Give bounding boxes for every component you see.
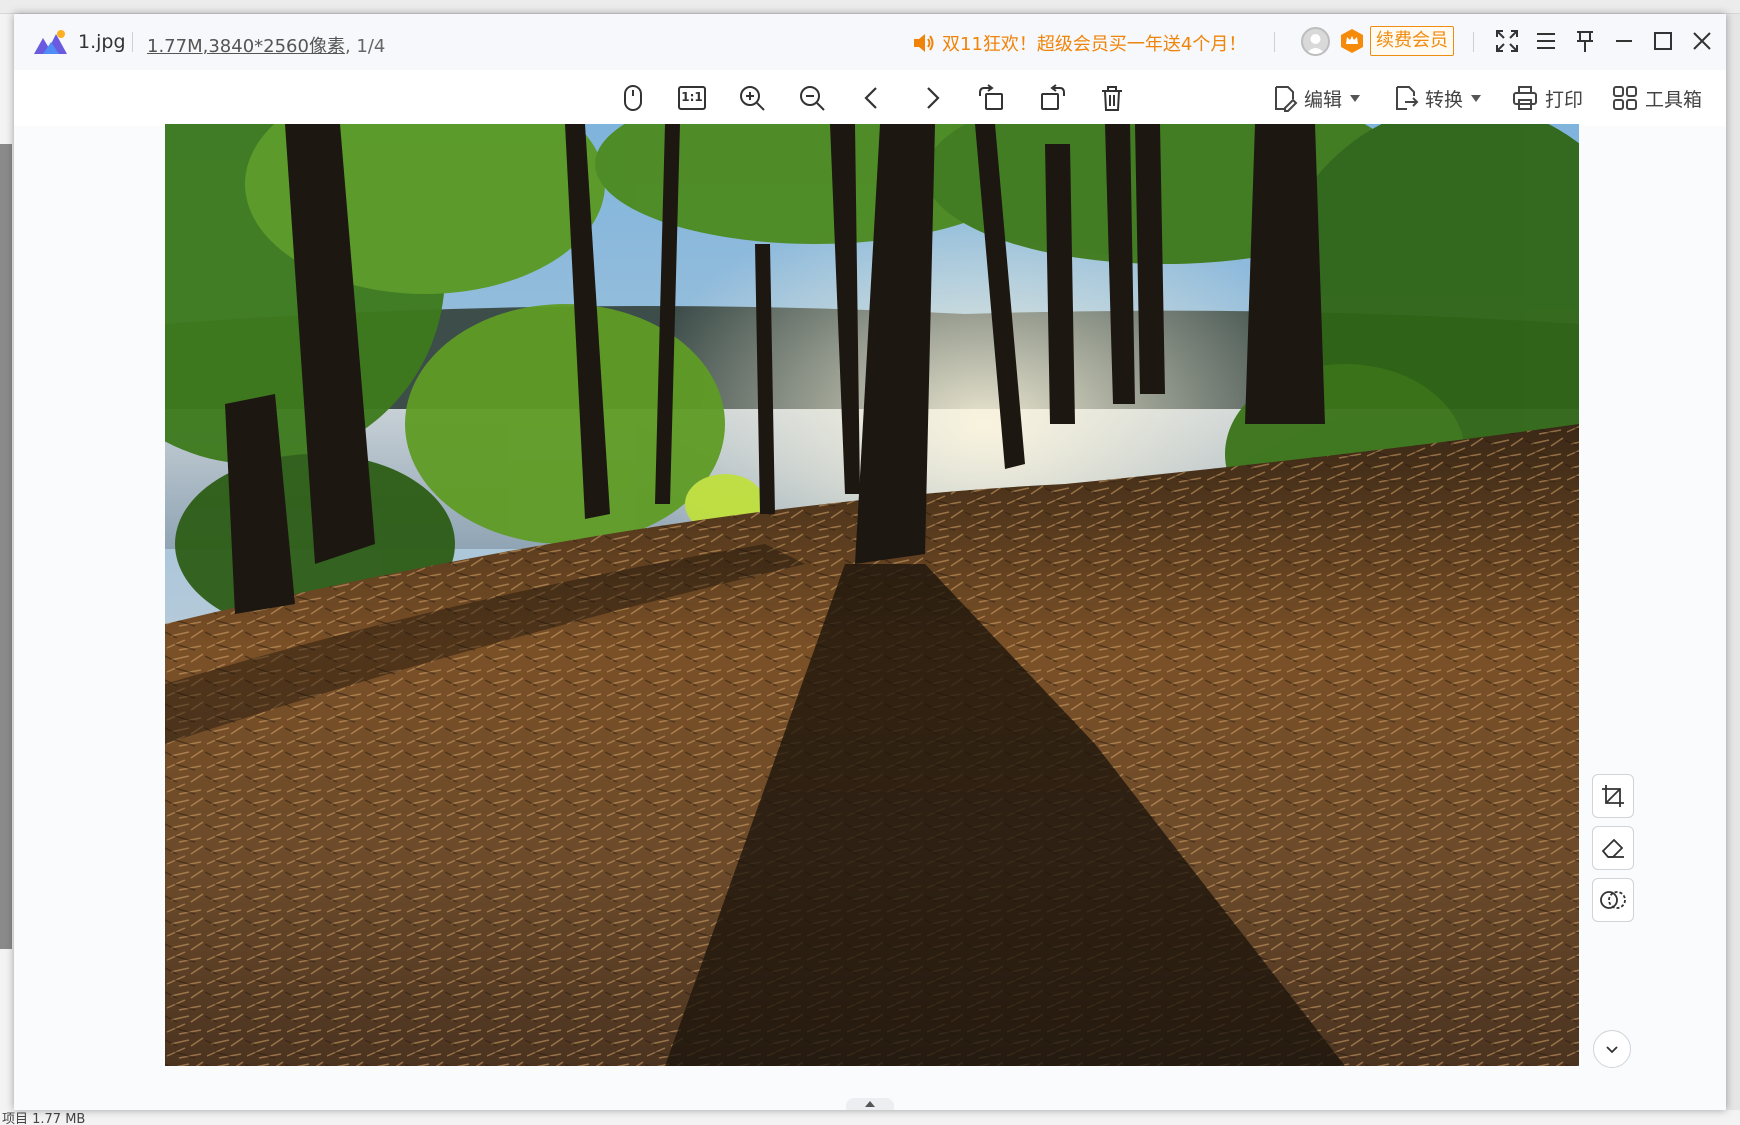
convert-dropdown-caret [1471,94,1482,102]
toolbox-label: 工具箱 [1645,88,1703,111]
renew-vip-button[interactable]: 续费会员 [1370,26,1454,56]
actual-size-label: 1:1 [681,90,703,104]
toolbar: 1:1 编辑 转换 打印 工具箱 [14,70,1726,126]
dimensions-link[interactable]: ,3840*2560像素 [203,36,345,57]
edit-dropdown-caret [1350,94,1361,102]
user-avatar[interactable] [1301,27,1330,56]
image-viewer-window: 1.jpg 1.77M,3840*2560像素, 1/4 双11狂欢！超级会员买… [14,14,1726,1110]
zoom-out-icon[interactable] [796,82,828,114]
close-icon[interactable] [1687,26,1717,56]
edit-button[interactable]: 编辑 [1270,82,1361,114]
convert-icon [1396,86,1419,110]
speaker-icon [914,34,934,52]
divider [1274,32,1275,52]
app-logo-icon [34,30,67,54]
user-icon [1306,34,1325,54]
promo-text: 双11狂欢！超级会员买一年送4个月！ [942,34,1247,55]
compare-button[interactable] [1592,878,1634,922]
background-status-bar: 项目 1.77 MB [0,1110,1740,1125]
divider [1473,32,1474,52]
convert-label: 转换 [1425,88,1464,111]
title-bar: 1.jpg 1.77M,3840*2560像素, 1/4 双11狂欢！超级会员买… [14,14,1726,70]
convert-button[interactable]: 转换 [1391,82,1482,114]
background-window-strip [0,0,1740,14]
chevron-up-icon [865,1101,875,1107]
crop-button[interactable] [1592,774,1634,818]
eraser-button[interactable] [1592,826,1634,870]
minimize-icon[interactable] [1609,26,1639,56]
fullscreen-icon[interactable] [1492,26,1522,56]
file-meta: 1.77M,3840*2560像素, 1/4 [147,32,385,58]
toolbox-icon [1613,86,1637,110]
thumbnail-toggle-button[interactable] [846,1098,894,1110]
zoom-in-icon[interactable] [736,82,768,114]
rotate-left-icon[interactable] [976,82,1008,114]
crop-icon [1602,785,1624,807]
background-window-left [0,14,14,1125]
expand-down-button[interactable] [1593,1030,1631,1068]
toolbox-button[interactable]: 工具箱 [1611,82,1702,114]
menu-icon[interactable] [1531,26,1561,56]
displayed-photo[interactable] [165,124,1579,1066]
compare-icon [1600,891,1626,909]
rotate-right-icon[interactable] [1036,82,1068,114]
maximize-icon[interactable] [1648,26,1678,56]
expand-down-icon [1606,1046,1618,1054]
edit-icon [1275,86,1298,112]
vip-crown-icon [1341,29,1363,53]
previous-icon[interactable] [856,82,888,114]
edit-label: 编辑 [1304,88,1343,111]
print-label: 打印 [1545,88,1584,111]
next-icon[interactable] [916,82,948,114]
pin-icon[interactable] [1570,26,1600,56]
delete-icon[interactable] [1096,82,1128,114]
divider [132,32,133,52]
file-name: 1.jpg [78,31,126,53]
print-button[interactable]: 打印 [1511,82,1583,114]
file-size-link[interactable]: 1.77M [147,36,203,57]
actual-size-button[interactable]: 1:1 [676,82,708,114]
eraser-icon [1601,838,1624,858]
background-status-text: 项目 1.77 MB [2,1112,86,1125]
promo-banner[interactable]: 双11狂欢！超级会员买一年送4个月！ [912,30,1246,56]
mouse-icon[interactable] [617,82,649,114]
background-scrollbar [0,144,12,949]
page-index: , 1/4 [344,36,386,57]
print-icon [1513,86,1537,110]
